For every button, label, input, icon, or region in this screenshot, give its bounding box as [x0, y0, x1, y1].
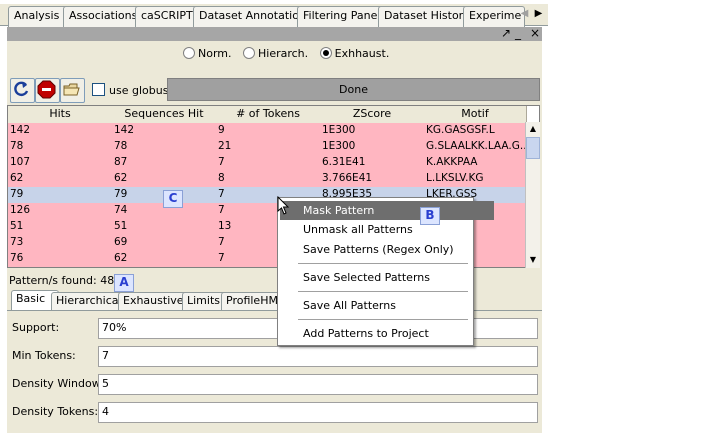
menu-item-save-patterns-regex[interactable]: Save Patterns (Regex Only): [280, 240, 494, 259]
menu-item-add-patterns-to-project[interactable]: Add Patterns to Project: [280, 324, 494, 343]
cell-hits: 107: [10, 156, 31, 168]
subtab-hierarchical[interactable]: Hierarchical: [51, 292, 127, 311]
marker-c: C: [163, 190, 183, 208]
tab-scroll-left-icon[interactable]: ◀: [518, 6, 531, 22]
minimize-icon[interactable]: _: [515, 26, 521, 40]
menu-item-save-all-patterns[interactable]: Save All Patterns: [280, 296, 494, 315]
radio-on-icon: [319, 47, 332, 59]
table-row[interactable]: 62 62 8 3.766E41 L.LKSLV.KG: [8, 171, 526, 188]
use-globus-checkbox[interactable]: use globus: [92, 83, 168, 97]
close-icon[interactable]: ×: [530, 26, 540, 40]
menu-item-mask-pattern[interactable]: Mask Pattern: [280, 201, 494, 220]
scroll-up-icon[interactable]: ▲: [526, 122, 540, 136]
column-header-sequences-hit[interactable]: Sequences Hit: [112, 106, 217, 124]
cell-sequences-hit: 62: [114, 252, 128, 264]
cell-hits: 76: [10, 252, 24, 264]
cell-hits: 51: [10, 220, 24, 232]
density-window-field[interactable]: 5: [98, 374, 538, 395]
cell-zscore: 1E300: [322, 124, 356, 136]
cell-sequences-hit: 142: [114, 124, 135, 136]
cell-hits: 142: [10, 124, 31, 136]
min-tokens-field[interactable]: 7: [98, 346, 538, 367]
cell-hits: 79: [10, 188, 24, 200]
table-row[interactable]: 78 78 21 1E300 G.SLAALKK.LAA.G...: [8, 139, 528, 156]
stop-button[interactable]: [35, 78, 60, 103]
progress-text: Done: [339, 83, 368, 96]
tab-strip: Analysis Associations caSCRIPT Dataset A…: [0, 4, 548, 27]
column-header-hits[interactable]: Hits: [8, 106, 113, 124]
density-window-label: Density Window:: [12, 377, 104, 390]
tab-filtering-panel[interactable]: Filtering Panel: [297, 6, 390, 27]
panel-title-bar: ↗ _ ×: [7, 26, 542, 41]
cell-zscore: 3.766E41: [322, 172, 373, 184]
table-row[interactable]: 107 87 7 6.31E41 K.AKKPAA: [8, 155, 526, 172]
scroll-down-icon[interactable]: ▼: [526, 253, 540, 267]
menu-separator: [298, 291, 468, 292]
cell-sequences-hit: 87: [114, 156, 128, 168]
cell-hits: 126: [10, 204, 31, 216]
radio-hierarchical[interactable]: Hierarch.: [243, 47, 308, 60]
pin-icon[interactable]: ↗: [501, 26, 511, 40]
support-label: Support:: [12, 321, 60, 334]
cell-hits: 73: [10, 236, 24, 248]
tab-dataset-history[interactable]: Dataset History: [378, 6, 475, 27]
cell-zscore: 1E300: [322, 140, 356, 152]
cell-motif: K.AKKPAA: [426, 156, 478, 168]
scroll-thumb[interactable]: [526, 137, 540, 159]
tab-scroll-right-icon[interactable]: ▶: [532, 6, 545, 22]
progress-bar: Done: [167, 78, 540, 101]
marker-a: A: [114, 274, 134, 292]
cell-tokens: 9: [218, 124, 225, 136]
checkbox-icon: [92, 83, 105, 96]
radio-normal[interactable]: Norm.: [183, 47, 232, 60]
table-row[interactable]: 142 142 9 1E300 KG.GASGSF.L: [8, 123, 526, 140]
column-header-tokens[interactable]: # of Tokens: [216, 106, 321, 124]
cell-zscore: 6.31E41: [322, 156, 366, 168]
menu-item-save-selected-patterns[interactable]: Save Selected Patterns: [280, 268, 494, 287]
patterns-found-status: Pattern/s found: 48: [9, 274, 115, 287]
refresh-icon: [14, 81, 29, 97]
cell-motif: KG.GASGSF.L: [426, 124, 495, 136]
subtab-exhaustive[interactable]: Exhaustive: [118, 292, 191, 311]
menu-separator: [298, 263, 468, 264]
cell-motif: L.LKSLV.KG: [426, 172, 484, 184]
column-header-motif[interactable]: Motif: [424, 106, 527, 124]
radio-off-icon: [243, 47, 255, 59]
radio-off-icon: [183, 47, 195, 59]
menu-separator: [298, 319, 468, 320]
cell-tokens: 7: [218, 156, 225, 168]
column-header-zscore[interactable]: ZScore: [320, 106, 425, 124]
context-menu: Mask Pattern Unmask all Patterns Save Pa…: [277, 197, 494, 346]
stop-icon: [37, 80, 56, 99]
folder-icon: [63, 83, 80, 96]
menu-item-unmask-all-patterns[interactable]: Unmask all Patterns: [280, 220, 494, 239]
density-tokens-label: Density Tokens:: [12, 405, 99, 418]
table-scrollbar[interactable]: ▲ ▼: [525, 122, 540, 268]
open-folder-button[interactable]: [60, 78, 85, 103]
marker-b: B: [420, 207, 440, 225]
mouse-cursor-icon: [277, 196, 290, 215]
radio-exhaustive[interactable]: Exhhaust.: [319, 47, 389, 60]
cell-motif: G.SLAALKK.LAA.G...: [426, 140, 528, 152]
cell-hits: 78: [10, 140, 24, 152]
cell-tokens: 21: [218, 140, 232, 152]
cell-tokens: 8: [218, 172, 225, 184]
min-tokens-label: Min Tokens:: [12, 349, 76, 362]
tab-experiments[interactable]: Experime: [463, 6, 525, 27]
mode-radio-group: Norm. Hierarch. Exhhaust.: [183, 47, 389, 60]
cell-hits: 62: [10, 172, 24, 184]
cell-sequences-hit: 69: [114, 236, 128, 248]
tab-dataset-annotation[interactable]: Dataset Annotation: [193, 6, 309, 27]
cell-sequences-hit: 62: [114, 172, 128, 184]
cell-sequences-hit: 51: [114, 220, 128, 232]
refresh-button[interactable]: [10, 78, 35, 103]
density-tokens-field[interactable]: 4: [98, 402, 538, 423]
cell-sequences-hit: 78: [114, 140, 128, 152]
